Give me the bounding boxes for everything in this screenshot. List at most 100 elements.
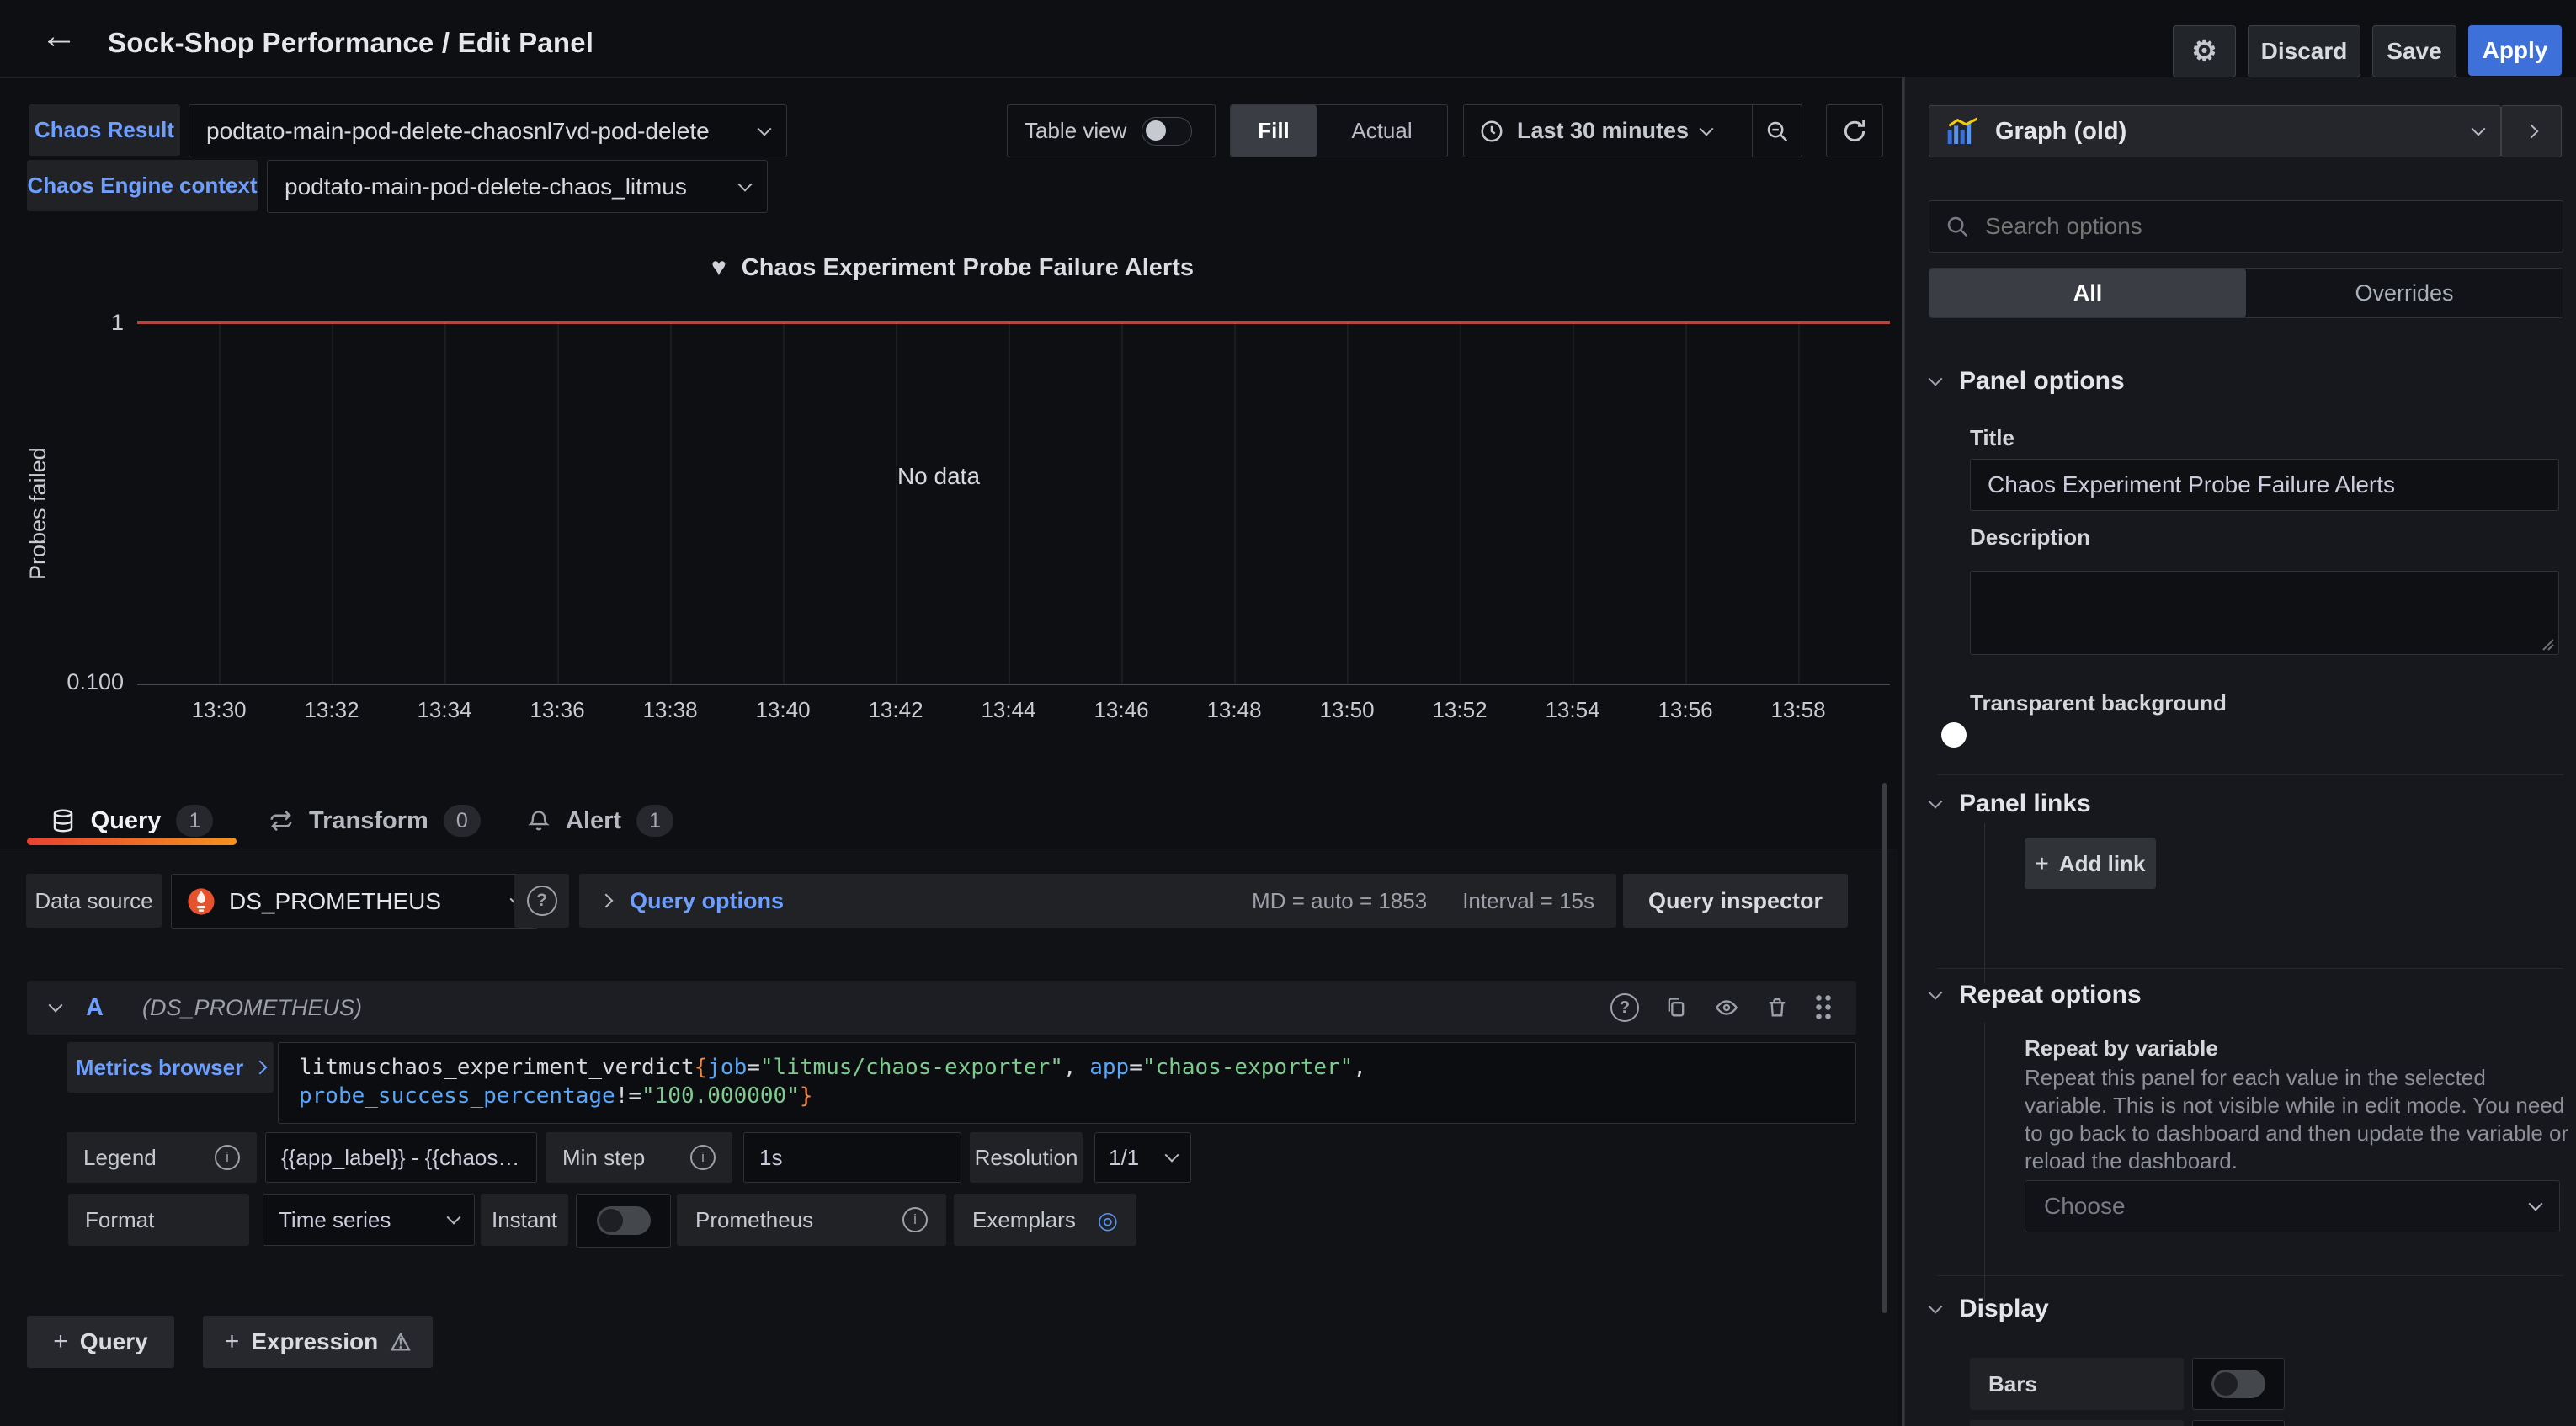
variable-label-chaos-result: Chaos Result — [29, 104, 180, 156]
x-axis-tick-label: 13:30 — [191, 697, 246, 723]
time-range-picker[interactable]: Last 30 minutes — [1464, 105, 1752, 157]
chevron-down-icon — [1929, 795, 1943, 809]
tab-label: Transform — [309, 807, 428, 835]
delete-query-icon[interactable] — [1765, 995, 1789, 1020]
help-icon: ? — [527, 886, 557, 916]
panel-settings-button[interactable]: ⚙ — [2173, 25, 2236, 77]
repeat-by-variable-label: Repeat by variable — [2025, 1035, 2218, 1062]
panel-header[interactable]: ♥ Chaos Experiment Probe Failure Alerts — [15, 249, 1890, 286]
info-icon: i — [690, 1145, 716, 1170]
transform-icon — [269, 808, 294, 833]
instant-label-text: Instant — [492, 1207, 557, 1233]
duplicate-query-icon[interactable] — [1664, 995, 1688, 1020]
query-help-icon[interactable]: ? — [1610, 993, 1639, 1022]
visualization-name: Graph (old) — [1995, 118, 2458, 146]
fill-option[interactable]: Fill — [1231, 105, 1317, 157]
discard-button[interactable]: Discard — [2248, 25, 2360, 77]
repeat-options-section-header[interactable]: Repeat options — [1930, 981, 2142, 1009]
legend-input[interactable]: {{app_label}} - {{chaos… — [265, 1132, 537, 1183]
search-options-box — [1929, 200, 2563, 253]
filter-tab-overrides[interactable]: Overrides — [2246, 280, 2563, 306]
display-next-row-partial — [1970, 1420, 2184, 1426]
instant-toggle[interactable] — [597, 1206, 651, 1235]
exemplars-icon[interactable]: ◎ — [1098, 1206, 1118, 1234]
datasource-picker[interactable]: DS_PROMETHEUS — [171, 874, 538, 929]
info-icon: i — [902, 1207, 928, 1232]
section-indent-line — [1984, 823, 1985, 983]
min-step-value-text: 1s — [759, 1145, 782, 1171]
refresh-button[interactable] — [1826, 104, 1883, 157]
add-link-button[interactable]: + Add link — [2025, 838, 2156, 889]
info-icon: i — [215, 1145, 240, 1170]
repeat-variable-select[interactable]: Choose — [2025, 1180, 2560, 1232]
toggle-pane-button[interactable] — [2501, 105, 2562, 157]
table-view-control: Table view — [1007, 104, 1216, 157]
chevron-right-icon — [599, 894, 614, 908]
resolution-label-text: Resolution — [975, 1145, 1078, 1171]
section-indent-line — [1984, 1023, 1985, 1301]
add-expression-button[interactable]: + Expression ⚠ — [203, 1316, 433, 1368]
display-section-header[interactable]: Display — [1930, 1295, 2049, 1323]
chevron-down-icon — [738, 177, 753, 191]
repeat-description: Repeat this panel for each value in the … — [2025, 1064, 2570, 1175]
toggle-knob — [599, 1209, 623, 1232]
toggle-visibility-icon[interactable] — [1713, 996, 1740, 1019]
format-select[interactable]: Time series — [263, 1194, 475, 1246]
variable-value-chaos-result[interactable]: podtato-main-pod-delete-chaosnl7vd-pod-d… — [189, 104, 787, 157]
bell-icon — [527, 808, 551, 833]
add-link-label: Add link — [2059, 851, 2146, 877]
drag-handle-icon[interactable] — [1814, 993, 1833, 1022]
section-title: Panel options — [1959, 367, 2125, 396]
query-inspector-button[interactable]: Query inspector — [1623, 874, 1848, 928]
add-query-button[interactable]: + Query — [27, 1316, 174, 1368]
panel-links-section-header[interactable]: Panel links — [1930, 790, 2091, 818]
zoom-out-icon — [1764, 119, 1790, 144]
variable-label-text: Chaos Engine context — [27, 173, 257, 199]
transparent-background-label: Transparent background — [1970, 690, 2227, 716]
query-options-header[interactable]: Query options MD = auto = 1853 Interval … — [579, 874, 1616, 928]
gridline — [1121, 322, 1123, 684]
heart-icon: ♥ — [711, 253, 726, 282]
datasource-help-button[interactable]: ? — [514, 874, 569, 928]
search-options-input[interactable] — [1983, 212, 2547, 241]
collapse-query-chevron-icon[interactable] — [49, 998, 63, 1013]
apply-button[interactable]: Apply — [2468, 25, 2562, 76]
save-button[interactable]: Save — [2372, 25, 2456, 77]
scrollbar-thumb[interactable] — [1882, 783, 1887, 1313]
grafana-edit-panel: ← Sock-Shop Performance / Edit Panel ⚙ D… — [0, 0, 2576, 1426]
warning-icon: ⚠ — [390, 1328, 411, 1356]
x-axis-tick-label: 13:38 — [642, 697, 697, 723]
min-step-input[interactable]: 1s — [743, 1132, 961, 1183]
section-divider — [1937, 1275, 2563, 1276]
metrics-browser-button[interactable]: Metrics browser — [67, 1042, 274, 1093]
time-range-label: Last 30 minutes — [1517, 118, 1689, 144]
x-axis-tick-label: 13:36 — [530, 697, 584, 723]
table-view-toggle[interactable] — [1142, 117, 1192, 146]
variable-label-chaos-engine: Chaos Engine context — [27, 160, 258, 211]
actual-option[interactable]: Actual — [1317, 118, 1447, 144]
x-axis-tick-label: 13:52 — [1432, 697, 1487, 723]
variable-value-chaos-engine[interactable]: podtato-main-pod-delete-chaos_litmus — [267, 160, 768, 213]
filter-tab-all[interactable]: All — [1929, 269, 2246, 317]
panel-options-pane: Graph (old) All Overrides Panel options … — [1904, 77, 2576, 1426]
x-axis-tick-label: 13:56 — [1658, 697, 1712, 723]
resize-handle-icon[interactable] — [2538, 635, 2555, 652]
tab-transform[interactable]: Transform 0 — [269, 795, 481, 846]
panel-options-section-header[interactable]: Panel options — [1930, 367, 2125, 396]
x-axis-tick-label: 13:34 — [417, 697, 471, 723]
format-value-text: Time series — [279, 1207, 391, 1233]
panel-title-input[interactable] — [1970, 459, 2559, 511]
x-axis-tick-label: 13:40 — [755, 697, 810, 723]
query-expression-editor[interactable]: litmuschaos_experiment_verdict{job="litm… — [278, 1042, 1856, 1124]
visualization-picker[interactable]: Graph (old) — [1929, 105, 2501, 157]
x-axis-tick-label: 13:32 — [304, 697, 359, 723]
variable-value-text: podtato-main-pod-delete-chaosnl7vd-pod-d… — [206, 118, 710, 145]
panel-description-textarea[interactable] — [1970, 571, 2559, 655]
tab-alert[interactable]: Alert 1 — [527, 795, 673, 846]
resolution-select[interactable]: 1/1 — [1094, 1132, 1191, 1183]
pane-splitter[interactable] — [1902, 77, 1904, 1426]
zoom-out-button[interactable] — [1752, 105, 1802, 157]
bars-toggle[interactable] — [2211, 1370, 2265, 1398]
datasource-label-text: Data source — [35, 888, 152, 914]
back-arrow-icon[interactable]: ← — [40, 15, 77, 57]
